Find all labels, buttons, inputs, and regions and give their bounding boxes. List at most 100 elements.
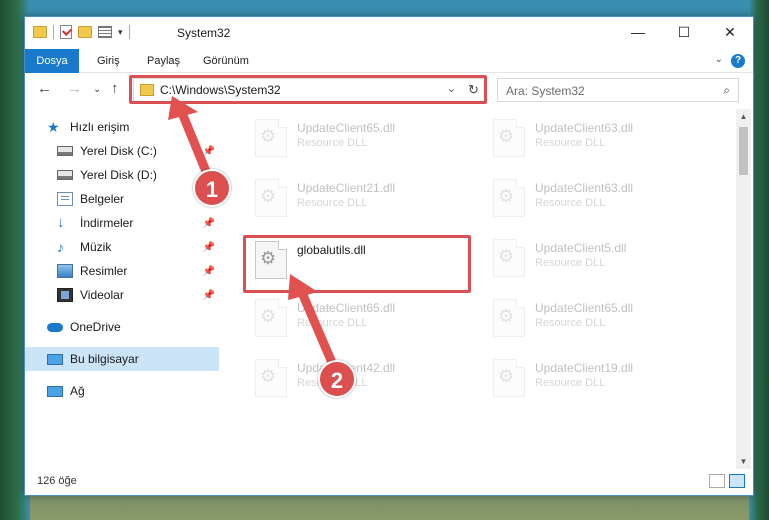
forward-arrow-icon[interactable]: →: [67, 80, 82, 97]
step-1-badge: 1: [193, 169, 231, 207]
expand-ribbon-icon[interactable]: ⌄: [715, 54, 723, 65]
disk-icon: [57, 170, 73, 180]
dll-file-icon: [493, 299, 525, 337]
sidebar-item-pictures[interactable]: Resimler 📌: [25, 259, 219, 283]
file-tile[interactable]: UpdateClient65.dll Resource DLL: [247, 113, 477, 165]
file-type: Resource DLL: [297, 197, 368, 209]
search-box[interactable]: Ara: System32 ⌕: [497, 78, 739, 102]
tab-file[interactable]: Dosya: [25, 49, 79, 73]
file-name: UpdateClient5.dll: [535, 241, 627, 255]
computer-icon: [47, 353, 63, 365]
downloads-icon: ↓: [57, 214, 65, 231]
sidebar-item-videos[interactable]: Videolar 📌: [25, 283, 219, 307]
dll-file-icon: [493, 119, 525, 157]
sidebar-item-quick-access[interactable]: ★ Hızlı erişim: [25, 115, 219, 139]
recent-locations-icon[interactable]: ⌄: [93, 84, 101, 95]
tiles-view-icon[interactable]: [729, 474, 745, 488]
divider: [128, 25, 130, 39]
cloud-icon: [47, 322, 63, 332]
address-bar-highlight: [129, 75, 487, 104]
file-tile[interactable]: UpdateClient19.dll Resource DLL: [485, 353, 715, 405]
dll-file-icon: [493, 359, 525, 397]
file-type: Resource DLL: [297, 137, 368, 149]
close-button[interactable]: ✕: [707, 17, 753, 47]
network-icon: [47, 385, 63, 397]
minimize-button[interactable]: —: [615, 17, 661, 47]
file-tile[interactable]: UpdateClient63.dll Resource DLL: [485, 113, 715, 165]
sidebar-item-music[interactable]: ♪ Müzik 📌: [25, 235, 219, 259]
navigation-bar: ← → ⌄ ↑ C:\Windows\System32 ⌄ ↻ Ara: Sys…: [25, 74, 753, 106]
videos-icon: [57, 288, 73, 302]
file-explorer-window: ▾ System32 — ☐ ✕ Dosya Giriş Paylaş Görü…: [24, 16, 754, 496]
scroll-up-icon[interactable]: ▲: [736, 109, 751, 124]
file-tile[interactable]: UpdateClient65.dll Resource DLL: [247, 293, 477, 345]
file-type: Resource DLL: [297, 317, 368, 329]
file-type: Resource DLL: [535, 257, 606, 269]
sidebar-item-label: Videolar: [80, 288, 124, 302]
tab-view[interactable]: Görünüm: [193, 49, 259, 73]
properties-check-icon[interactable]: [60, 25, 72, 39]
up-arrow-icon[interactable]: ↑: [111, 80, 119, 97]
sidebar-item-documents[interactable]: Belgeler 📌: [25, 187, 219, 211]
file-name: UpdateClient65.dll: [535, 301, 634, 315]
sidebar-item-label: Yerel Disk (D:): [80, 168, 157, 182]
sidebar-item-network[interactable]: Ağ: [25, 379, 219, 403]
dll-file-icon: [493, 179, 525, 217]
file-name: UpdateClient65.dll: [297, 301, 396, 315]
window-title: System32: [177, 26, 231, 40]
file-type: Resource DLL: [535, 197, 606, 209]
sidebar-item-label: Hızlı erişim: [70, 120, 130, 134]
new-folder-icon[interactable]: [78, 26, 92, 38]
file-name: UpdateClient63.dll: [535, 181, 634, 195]
sidebar-item-local-disk-c[interactable]: Yerel Disk (C:) 📌: [25, 139, 219, 163]
sidebar-item-label: OneDrive: [70, 320, 121, 334]
item-count: 126 öğe: [37, 475, 77, 487]
file-type: Resource DLL: [535, 377, 606, 389]
sidebar-item-onedrive[interactable]: OneDrive: [25, 315, 219, 339]
file-name: UpdateClient63.dll: [535, 121, 634, 135]
file-tile[interactable]: UpdateClient65.dll Resource DLL: [485, 293, 715, 345]
pin-icon: 📌: [202, 241, 215, 253]
scroll-thumb[interactable]: [739, 127, 748, 175]
sidebar-item-label: Yerel Disk (C:): [80, 144, 157, 158]
file-type: Resource DLL: [535, 317, 606, 329]
divider: [53, 25, 54, 39]
dll-file-icon: [255, 119, 287, 157]
folder-icon: [33, 26, 47, 38]
search-placeholder: Ara: System32: [506, 84, 585, 98]
file-list: UpdateClient65.dll Resource DLL UpdateCl…: [221, 109, 735, 467]
tab-home[interactable]: Giriş: [87, 49, 130, 73]
sidebar-item-label: Belgeler: [80, 192, 125, 206]
properties-icon[interactable]: [98, 26, 112, 38]
scroll-down-icon[interactable]: ▼: [736, 454, 751, 469]
documents-icon: [57, 192, 73, 206]
file-tile[interactable]: UpdateClient42.dll Resource DLL: [247, 353, 477, 405]
sidebar-item-this-pc[interactable]: Bu bilgisayar: [25, 347, 219, 371]
dll-file-icon: [255, 299, 287, 337]
help-icon[interactable]: ?: [731, 54, 745, 68]
ribbon-tabs: Dosya Giriş Paylaş Görünüm ⌄ ?: [25, 49, 753, 73]
pin-icon: 📌: [202, 289, 215, 301]
file-tile[interactable]: UpdateClient63.dll Resource DLL: [485, 173, 715, 225]
back-arrow-icon[interactable]: ←: [37, 80, 52, 97]
dll-file-icon: [255, 359, 287, 397]
status-bar: 126 öğe: [25, 469, 753, 495]
details-view-icon[interactable]: [709, 474, 725, 488]
customize-toolbar-icon[interactable]: ▾: [118, 27, 123, 38]
file-tile[interactable]: UpdateClient21.dll Resource DLL: [247, 173, 477, 225]
file-name: UpdateClient19.dll: [535, 361, 634, 375]
sidebar-item-label: Ağ: [70, 384, 85, 398]
tab-share[interactable]: Paylaş: [137, 49, 190, 73]
sidebar-item-downloads[interactable]: ↓ İndirmeler 📌: [25, 211, 219, 235]
sidebar-item-label: Bu bilgisayar: [70, 352, 139, 366]
maximize-button[interactable]: ☐: [661, 17, 707, 47]
quick-access-toolbar: ▾: [33, 25, 130, 39]
disk-icon: [57, 146, 73, 156]
vertical-scrollbar[interactable]: ▲ ▼: [736, 109, 751, 469]
sidebar-item-label: Müzik: [80, 240, 112, 254]
sidebar-item-local-disk-d[interactable]: Yerel Disk (D:): [25, 163, 219, 187]
step-2-badge: 2: [318, 360, 356, 398]
file-tile[interactable]: UpdateClient5.dll Resource DLL: [485, 233, 715, 285]
search-icon[interactable]: ⌕: [723, 83, 730, 98]
pin-icon: 📌: [202, 217, 215, 229]
